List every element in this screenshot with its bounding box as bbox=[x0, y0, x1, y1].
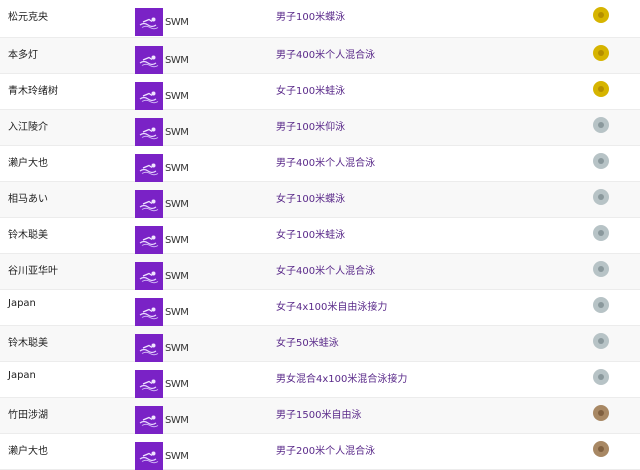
athlete-name[interactable]: 濑户大也 bbox=[8, 154, 48, 169]
silver-medal-icon bbox=[593, 189, 609, 205]
sport-cell: SWM bbox=[135, 82, 189, 110]
athlete-name[interactable]: 竹田涉湖 bbox=[8, 406, 48, 421]
athlete-name[interactable]: 相马あい bbox=[8, 190, 48, 205]
athlete-name[interactable]: 入江陵介 bbox=[8, 118, 48, 133]
sport-code: SWM bbox=[165, 54, 189, 66]
event-name[interactable]: 女子100米蝶泳 bbox=[276, 190, 345, 205]
bronze-medal-icon bbox=[593, 405, 609, 421]
athlete-name[interactable]: 铃木聪美 bbox=[8, 226, 48, 241]
sport-cell: SWM bbox=[135, 46, 189, 74]
event-name[interactable]: 女子50米蛙泳 bbox=[276, 334, 339, 349]
sport-code: SWM bbox=[165, 90, 189, 102]
sport-cell: SWM bbox=[135, 154, 189, 182]
sport-code: SWM bbox=[165, 306, 189, 318]
swimmer-icon bbox=[135, 82, 163, 110]
event-name[interactable]: 女子100米蛙泳 bbox=[276, 82, 345, 97]
sport-code: SWM bbox=[165, 414, 189, 426]
event-name[interactable]: 男子400米个人混合泳 bbox=[276, 46, 375, 61]
athlete-name[interactable]: 濑户大也 bbox=[8, 442, 48, 457]
table-row: 入江陵介 SWM 男子100米仰泳 bbox=[0, 110, 640, 146]
athlete-name[interactable]: 松元克央 bbox=[8, 8, 48, 23]
athlete-name[interactable]: Japan bbox=[8, 370, 36, 381]
sport-code: SWM bbox=[165, 16, 189, 28]
sport-code: SWM bbox=[165, 234, 189, 246]
table-row: 松元克央 SWM 男子100米蝶泳 bbox=[0, 0, 640, 38]
table-row: Japan SWM 女子4x100米自由泳接力 bbox=[0, 290, 640, 326]
sport-cell: SWM bbox=[135, 298, 189, 326]
table-row: 濑户大也 SWM 男子400米个人混合泳 bbox=[0, 146, 640, 182]
event-name[interactable]: 男子400米个人混合泳 bbox=[276, 154, 375, 169]
swimmer-icon bbox=[135, 298, 163, 326]
sport-code: SWM bbox=[165, 450, 189, 462]
table-row: 相马あい SWM 女子100米蝶泳 bbox=[0, 182, 640, 218]
table-row: 铃木聪美 SWM 女子100米蛙泳 bbox=[0, 218, 640, 254]
sport-cell: SWM bbox=[135, 8, 189, 36]
medal-results-table: 松元克央 SWM 男子100米蝶泳 本多灯 SWM 男子400米个人混合泳 青木… bbox=[0, 0, 640, 470]
table-row: 青木玲绪树 SWM 女子100米蛙泳 bbox=[0, 74, 640, 110]
sport-cell: SWM bbox=[135, 226, 189, 254]
sport-code: SWM bbox=[165, 378, 189, 390]
silver-medal-icon bbox=[593, 297, 609, 313]
swimmer-icon bbox=[135, 154, 163, 182]
athlete-name[interactable]: 谷川亚华叶 bbox=[8, 262, 58, 277]
event-name[interactable]: 女子4x100米自由泳接力 bbox=[276, 298, 387, 313]
silver-medal-icon bbox=[593, 369, 609, 385]
silver-medal-icon bbox=[593, 261, 609, 277]
swimmer-icon bbox=[135, 262, 163, 290]
table-row: 铃木聪美 SWM 女子50米蛙泳 bbox=[0, 326, 640, 362]
sport-code: SWM bbox=[165, 270, 189, 282]
swimmer-icon bbox=[135, 370, 163, 398]
athlete-name[interactable]: 本多灯 bbox=[8, 46, 38, 61]
swimmer-icon bbox=[135, 190, 163, 218]
sport-cell: SWM bbox=[135, 262, 189, 290]
swimmer-icon bbox=[135, 46, 163, 74]
sport-cell: SWM bbox=[135, 406, 189, 434]
sport-cell: SWM bbox=[135, 370, 189, 398]
sport-cell: SWM bbox=[135, 118, 189, 146]
swimmer-icon bbox=[135, 334, 163, 362]
event-name[interactable]: 女子100米蛙泳 bbox=[276, 226, 345, 241]
sport-cell: SWM bbox=[135, 334, 189, 362]
silver-medal-icon bbox=[593, 333, 609, 349]
sport-code: SWM bbox=[165, 342, 189, 354]
silver-medal-icon bbox=[593, 117, 609, 133]
sport-code: SWM bbox=[165, 198, 189, 210]
silver-medal-icon bbox=[593, 153, 609, 169]
table-row: Japan SWM 男女混合4x100米混合泳接力 bbox=[0, 362, 640, 398]
table-row: 竹田涉湖 SWM 男子1500米自由泳 bbox=[0, 398, 640, 434]
silver-medal-icon bbox=[593, 225, 609, 241]
athlete-name[interactable]: 青木玲绪树 bbox=[8, 82, 58, 97]
athlete-name[interactable]: 铃木聪美 bbox=[8, 334, 48, 349]
sport-cell: SWM bbox=[135, 190, 189, 218]
event-name[interactable]: 男子200米个人混合泳 bbox=[276, 442, 375, 457]
event-name[interactable]: 男子100米蝶泳 bbox=[276, 8, 345, 23]
table-row: 本多灯 SWM 男子400米个人混合泳 bbox=[0, 38, 640, 74]
sport-cell: SWM bbox=[135, 442, 189, 470]
event-name[interactable]: 男子1500米自由泳 bbox=[276, 406, 361, 421]
event-name[interactable]: 女子400米个人混合泳 bbox=[276, 262, 375, 277]
sport-code: SWM bbox=[165, 162, 189, 174]
gold-medal-icon bbox=[593, 81, 609, 97]
swimmer-icon bbox=[135, 118, 163, 146]
event-name[interactable]: 男女混合4x100米混合泳接力 bbox=[276, 370, 407, 385]
swimmer-icon bbox=[135, 226, 163, 254]
table-row: 濑户大也 SWM 男子200米个人混合泳 bbox=[0, 434, 640, 470]
sport-code: SWM bbox=[165, 126, 189, 138]
bronze-medal-icon bbox=[593, 441, 609, 457]
swimmer-icon bbox=[135, 442, 163, 470]
athlete-name[interactable]: Japan bbox=[8, 298, 36, 309]
swimmer-icon bbox=[135, 406, 163, 434]
swimmer-icon bbox=[135, 8, 163, 36]
gold-medal-icon bbox=[593, 7, 609, 23]
gold-medal-icon bbox=[593, 45, 609, 61]
event-name[interactable]: 男子100米仰泳 bbox=[276, 118, 345, 133]
table-row: 谷川亚华叶 SWM 女子400米个人混合泳 bbox=[0, 254, 640, 290]
